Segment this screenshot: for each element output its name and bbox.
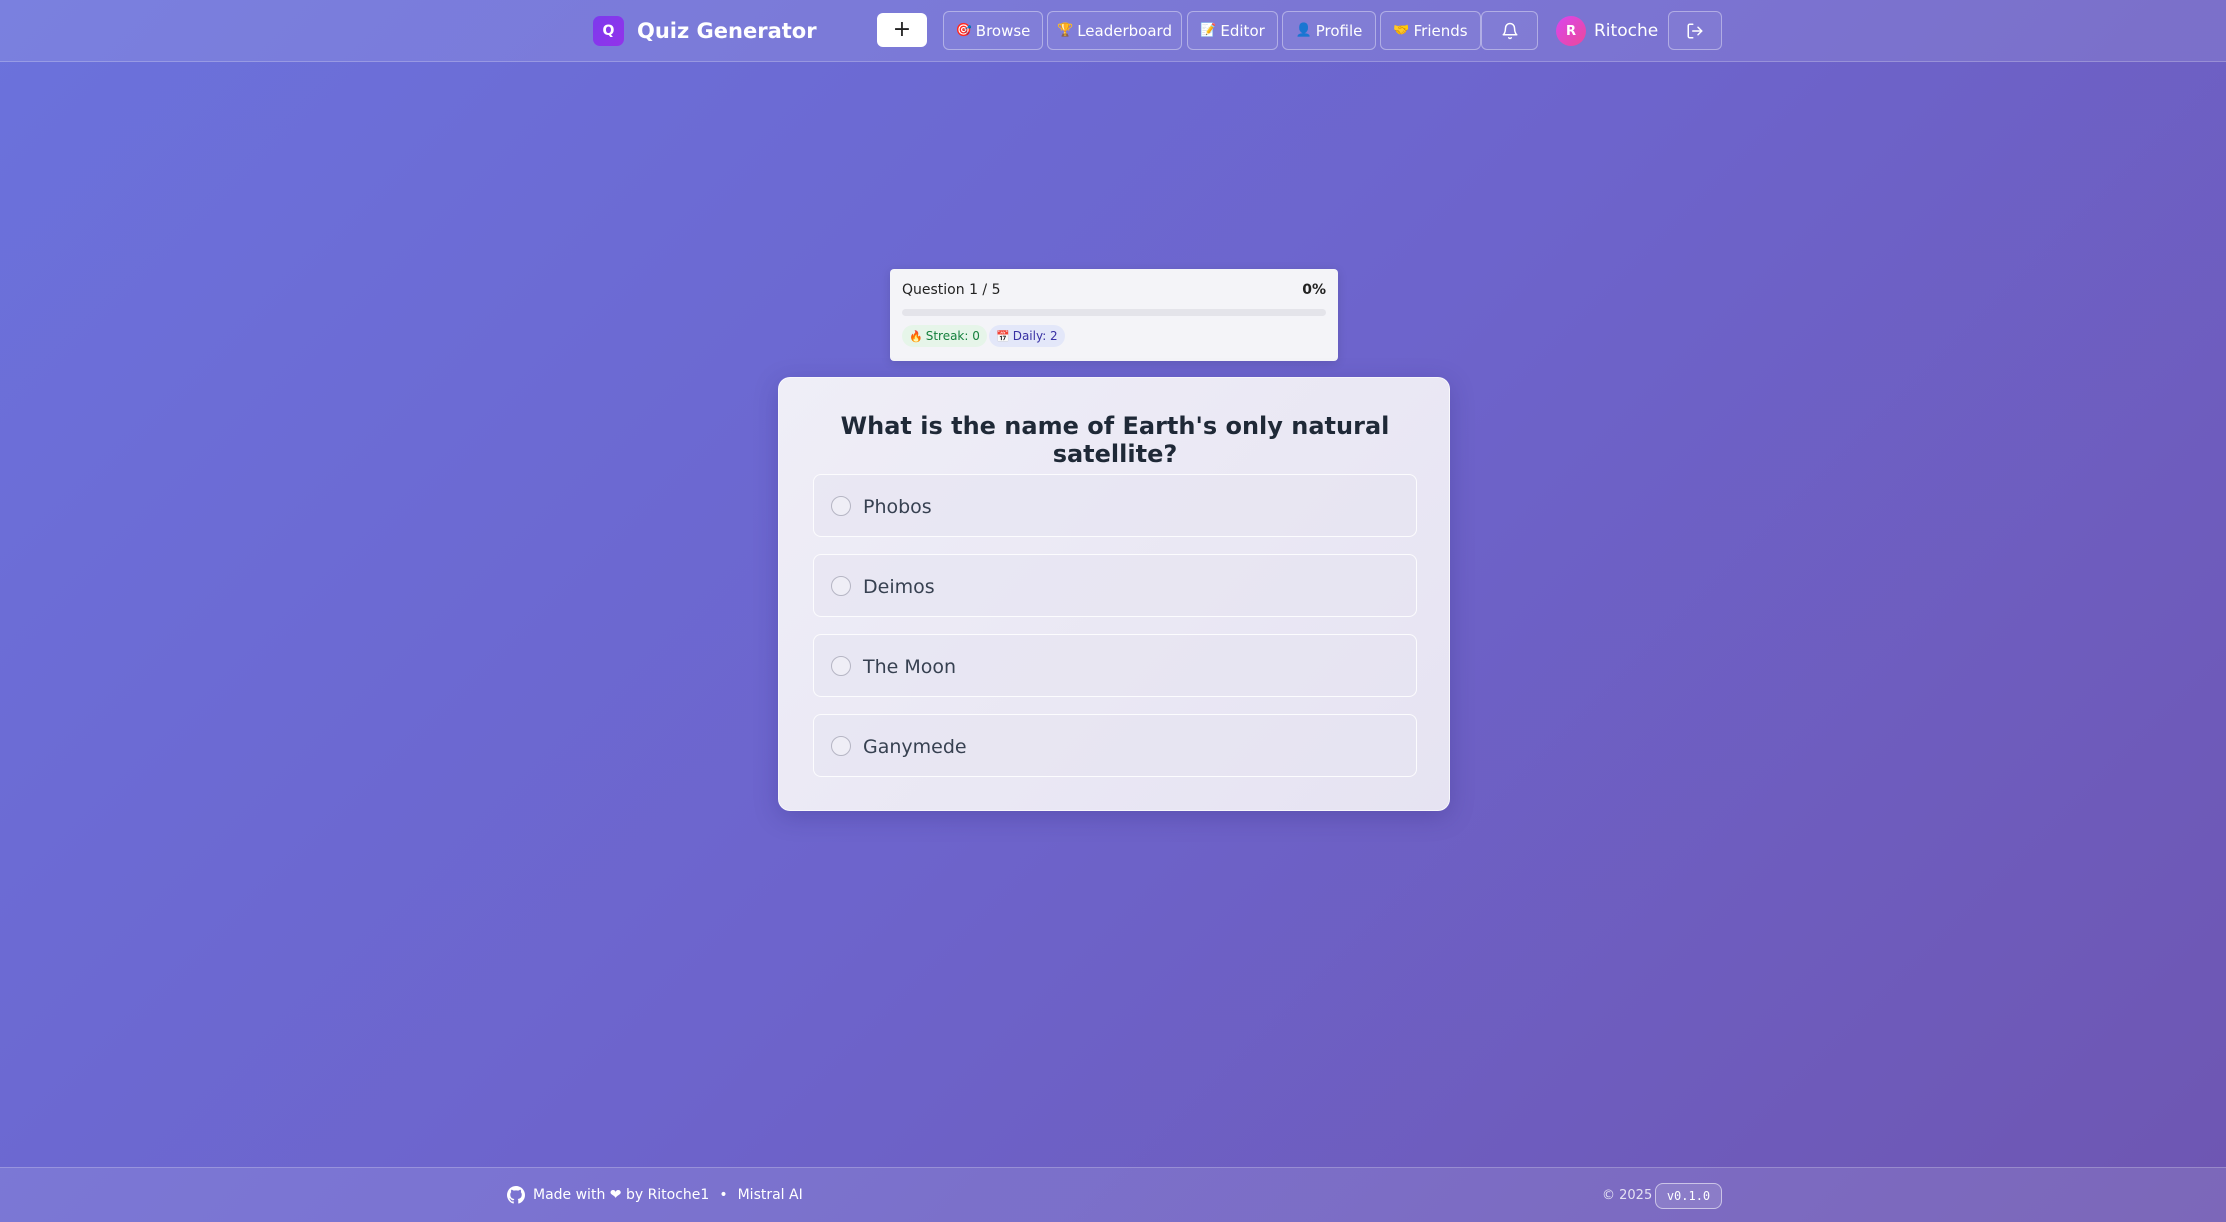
create-quiz-button[interactable]: +: [877, 13, 927, 47]
radio-button[interactable]: [831, 656, 851, 676]
app-title[interactable]: Quiz Generator: [637, 16, 817, 46]
nav-leaderboard-label: Leaderboard: [1077, 21, 1172, 40]
progress-bar: [902, 309, 1326, 316]
github-icon[interactable]: [507, 1186, 525, 1204]
progress-percent: 0%: [1302, 282, 1326, 298]
radio-button[interactable]: [831, 496, 851, 516]
logo-letter: Q: [602, 23, 615, 39]
copyright: © 2025: [1602, 1187, 1653, 1203]
radio-button[interactable]: [831, 736, 851, 756]
question-text: What is the name of Earth's only natural…: [840, 412, 1390, 468]
footer-separator: •: [719, 1187, 728, 1203]
daily-badge: 📅 Daily: 2: [989, 325, 1065, 347]
nav-profile-label: Profile: [1315, 21, 1363, 40]
handshake-icon: 🤝: [1393, 23, 1410, 38]
radio-button[interactable]: [831, 576, 851, 596]
memo-icon: 📝: [1200, 23, 1217, 38]
calendar-icon: 📅: [996, 329, 1010, 343]
answer-option[interactable]: Deimos: [813, 554, 1417, 617]
avatar-initial: R: [1565, 23, 1576, 39]
nav-editor-button[interactable]: 📝 Editor: [1187, 11, 1278, 50]
avatar[interactable]: R: [1556, 16, 1586, 46]
plus-icon: +: [892, 17, 912, 42]
app-logo[interactable]: Q: [593, 16, 624, 46]
target-icon: 🎯: [955, 23, 972, 38]
quiz-progress-card: Question 1 / 5 0% 🔥 Streak: 0 📅 Daily: 2: [890, 269, 1338, 361]
username[interactable]: Ritoche: [1594, 16, 1658, 46]
nav-editor-label: Editor: [1220, 21, 1265, 40]
question-card: What is the name of Earth's only natural…: [778, 377, 1450, 811]
nav-leaderboard-button[interactable]: 🏆 Leaderboard: [1047, 11, 1182, 50]
top-navbar: Q Quiz Generator + 🎯 Browse 🏆 Leaderboar…: [0, 0, 2226, 62]
streak-label: Streak: 0: [925, 329, 980, 343]
made-with-text[interactable]: Made with ❤ by Ritoche1: [533, 1187, 709, 1203]
answer-option[interactable]: The Moon: [813, 634, 1417, 697]
logout-icon: [1687, 23, 1703, 38]
streak-badge: 🔥 Streak: 0: [902, 325, 987, 347]
question-counter: Question 1 / 5: [902, 282, 1001, 298]
daily-label: Daily: 2: [1012, 329, 1058, 343]
footer: Made with ❤ by Ritoche1 • Mistral AI © 2…: [0, 1167, 2226, 1222]
answer-option-label: Ganymede: [863, 735, 967, 758]
notifications-button[interactable]: [1481, 11, 1538, 50]
nav-browse-button[interactable]: 🎯 Browse: [943, 11, 1043, 50]
nav-friends-label: Friends: [1413, 21, 1468, 40]
answer-option-label: Phobos: [863, 495, 932, 518]
answer-option[interactable]: Ganymede: [813, 714, 1417, 777]
answer-option[interactable]: Phobos: [813, 474, 1417, 537]
version-badge: v0.1.0: [1655, 1183, 1722, 1209]
answer-option-label: Deimos: [863, 575, 935, 598]
answer-option-label: The Moon: [863, 655, 957, 678]
nav-browse-label: Browse: [975, 21, 1031, 40]
footer-credits: Made with ❤ by Ritoche1 • Mistral AI: [533, 1185, 803, 1205]
nav-friends-button[interactable]: 🤝 Friends: [1380, 11, 1481, 50]
logout-button[interactable]: [1668, 11, 1722, 50]
user-icon: 👤: [1295, 23, 1312, 38]
partner-link[interactable]: Mistral AI: [738, 1187, 803, 1203]
bell-icon: [1502, 22, 1517, 39]
fire-icon: 🔥: [909, 329, 923, 343]
nav-profile-button[interactable]: 👤 Profile: [1282, 11, 1376, 50]
trophy-icon: 🏆: [1057, 23, 1074, 38]
